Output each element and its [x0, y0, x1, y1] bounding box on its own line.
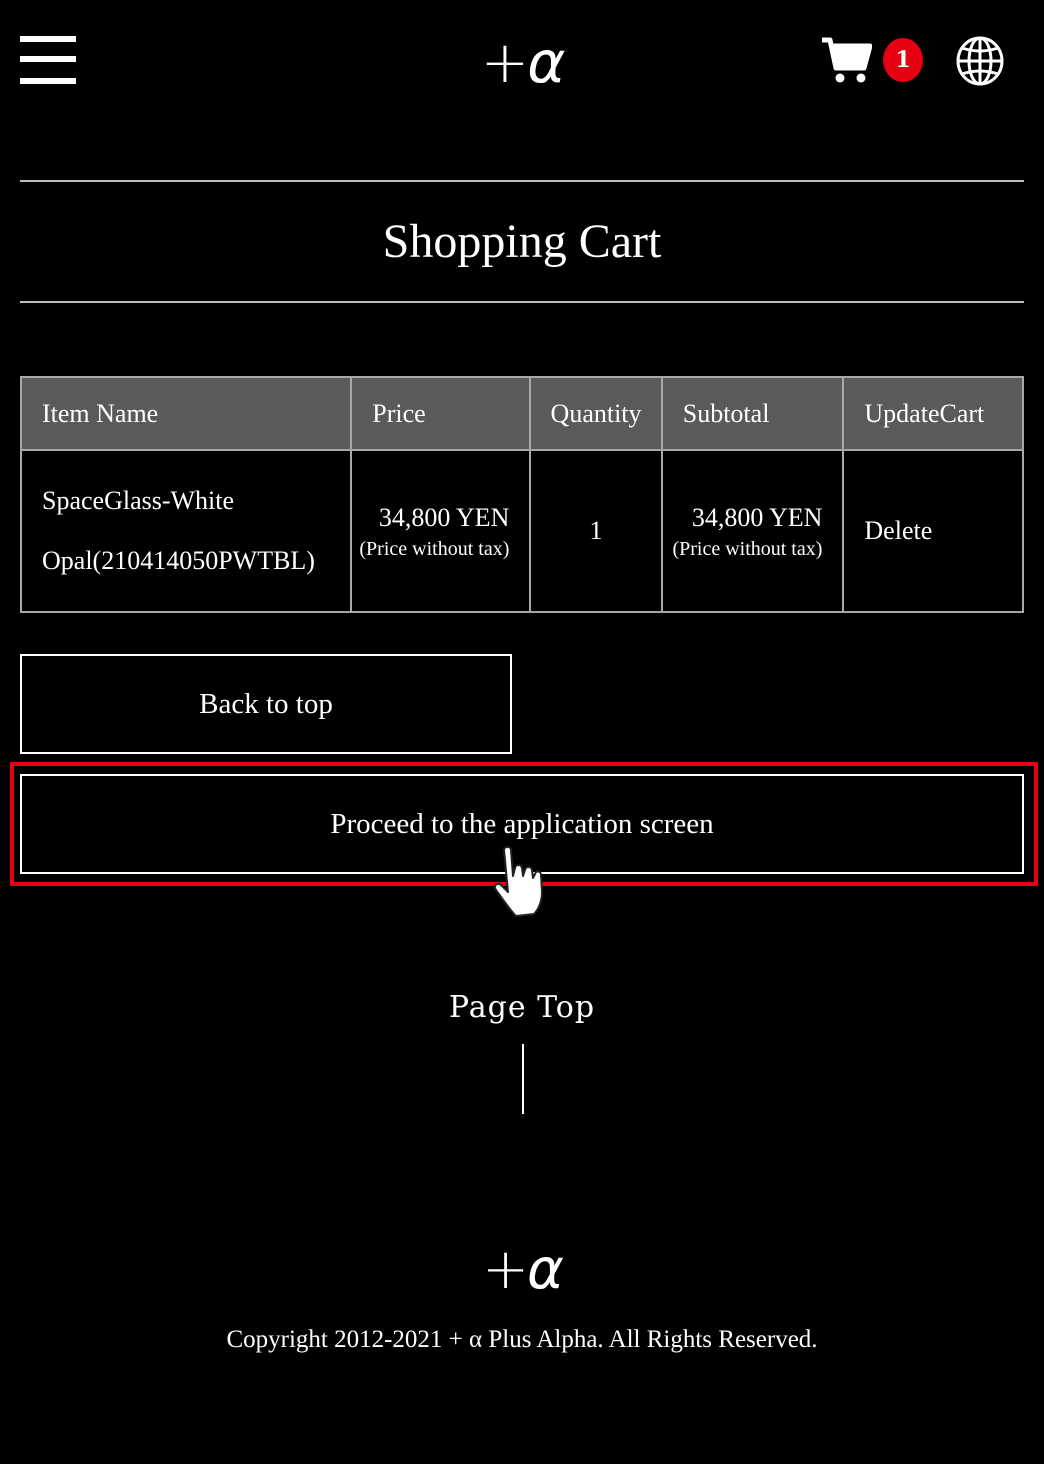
shopping-cart-icon[interactable]	[820, 36, 872, 84]
globe-icon[interactable]	[954, 35, 1006, 87]
subtotal-cell: 34,800 YEN (Price without tax)	[660, 449, 845, 613]
title-bottom-divider	[20, 301, 1024, 303]
page-top-link[interactable]: Page Top	[0, 986, 1044, 1030]
page-top-line	[522, 1044, 524, 1114]
title-top-divider	[20, 180, 1024, 182]
site-header: +α 1	[0, 0, 1044, 130]
quantity-cell: 1	[529, 449, 663, 613]
subtotal-note: (Price without tax)	[672, 538, 823, 560]
copyright-text: Copyright 2012-2021 + α Plus Alpha. All …	[226, 1326, 818, 1353]
hand-pointer-cursor-icon	[493, 846, 543, 917]
subtotal-amount: 34,800 YEN	[691, 503, 823, 532]
cart-table-header-row: Item Name Price Quantity Subtotal Update…	[19, 376, 1024, 451]
footer-logo-alpha: α	[527, 1237, 564, 1302]
logo-alpha: α	[527, 28, 565, 96]
delete-link[interactable]: Delete	[842, 449, 1024, 613]
footer-logo: +α	[0, 1234, 1044, 1306]
header-price: Price	[350, 376, 532, 451]
item-name-cell: SpaceGlass-White Opal(210414050PWTBL)	[19, 449, 353, 613]
item-name-line2: Opal(210414050PWTBL)	[42, 546, 315, 575]
logo-plus: +	[480, 28, 530, 96]
header-update-cart: UpdateCart	[842, 376, 1024, 451]
header-quantity: Quantity	[529, 376, 663, 451]
page-title: Shopping Cart	[382, 215, 662, 268]
price-note: (Price without tax)	[359, 538, 510, 560]
back-to-top-button[interactable]: Back to top	[20, 654, 512, 754]
price-amount: 34,800 YEN	[378, 503, 510, 532]
header-item-name: Item Name	[19, 376, 353, 451]
price-cell: 34,800 YEN (Price without tax)	[350, 449, 532, 613]
header-subtotal: Subtotal	[660, 376, 845, 451]
footer-logo-plus: +	[482, 1237, 529, 1302]
cart-count-badge: 1	[883, 38, 923, 82]
item-name-line1: SpaceGlass-White	[42, 486, 235, 515]
table-row: SpaceGlass-White Opal(210414050PWTBL) 34…	[19, 449, 1024, 613]
cart-table: Item Name Price Quantity Subtotal Update…	[19, 376, 1024, 613]
